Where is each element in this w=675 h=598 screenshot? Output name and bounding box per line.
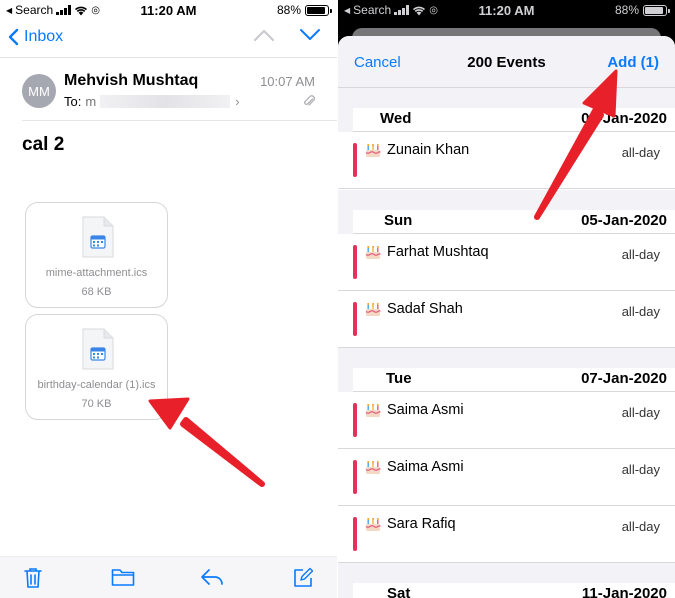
calendar-color-strip bbox=[353, 403, 357, 437]
event-name: Zunain Khan bbox=[387, 142, 470, 158]
date-header-day: Sat bbox=[387, 585, 411, 598]
date-header-day: Sun bbox=[384, 212, 413, 229]
message-nav-arrows bbox=[253, 28, 321, 42]
battery-icon bbox=[643, 4, 670, 16]
status-right: 88% bbox=[614, 3, 670, 17]
event-row[interactable]: Saima Asmi all-day bbox=[338, 449, 675, 506]
birthday-cake-icon bbox=[365, 303, 381, 316]
attachment-name: mime-attachment.ics bbox=[45, 267, 148, 279]
avatar: MM bbox=[22, 74, 56, 108]
calendar-file-icon bbox=[82, 328, 114, 370]
event-row[interactable]: Saima Asmi all-day bbox=[338, 392, 675, 449]
event-time: all-day bbox=[621, 145, 660, 160]
status-bar: ◀ Search ◎ 11:20 AM 88% bbox=[338, 0, 675, 22]
battery-percent: 88% bbox=[614, 3, 639, 17]
mail-screen: ◀ Search ◎ 11:20 AM 88% Inbox MM Mehvish… bbox=[0, 0, 337, 598]
calendar-import-screen: ◀ Search ◎ 11:20 AM 88% Cancel 200 Event… bbox=[338, 0, 675, 598]
date-header-date: 11-Jan-2020 bbox=[581, 585, 667, 598]
date-header-bar: Sun 05-Jan-2020 bbox=[353, 210, 675, 234]
event-name: Farhat Mushtaq bbox=[387, 244, 489, 260]
recipient-visible: m bbox=[85, 94, 97, 109]
date-header-date: 07-Jan-2020 bbox=[581, 370, 667, 387]
mail-nav-bar: Inbox bbox=[0, 24, 337, 58]
folder-icon[interactable] bbox=[111, 567, 135, 587]
calendar-color-strip bbox=[353, 302, 357, 336]
chevron-right-icon: › bbox=[235, 94, 240, 109]
back-label: Inbox bbox=[24, 28, 64, 45]
event-time: all-day bbox=[621, 304, 660, 319]
event-time: all-day bbox=[621, 247, 660, 262]
event-name: Saima Asmi bbox=[387, 402, 464, 418]
back-to-inbox-button[interactable]: Inbox bbox=[8, 28, 63, 46]
mail-toolbar bbox=[0, 556, 337, 598]
recipient-line[interactable]: To: m › bbox=[64, 94, 240, 109]
redacted-recipient bbox=[100, 95, 231, 108]
calendar-color-strip bbox=[353, 143, 357, 177]
calendar-color-strip bbox=[353, 245, 357, 279]
message-time: 10:07 AM bbox=[260, 74, 315, 89]
date-header: Wed 01-Jan-2020 bbox=[338, 88, 675, 132]
compose-icon[interactable] bbox=[292, 567, 314, 589]
calendar-color-strip bbox=[353, 460, 357, 494]
date-header-bar: Sat 11-Jan-2020 bbox=[353, 583, 675, 598]
date-header: Sun 05-Jan-2020 bbox=[338, 190, 675, 234]
attachment-size: 68 KB bbox=[81, 286, 112, 298]
calendar-color-strip bbox=[353, 517, 357, 551]
battery-icon bbox=[305, 4, 332, 16]
birthday-cake-icon bbox=[365, 144, 381, 157]
date-header-date: 01-Jan-2020 bbox=[581, 110, 667, 127]
date-header: Tue 07-Jan-2020 bbox=[338, 348, 675, 392]
event-time: all-day bbox=[621, 405, 660, 420]
battery-percent: 88% bbox=[276, 3, 301, 17]
status-right: 88% bbox=[276, 3, 332, 17]
event-time: all-day bbox=[621, 519, 660, 534]
attachment-size: 70 KB bbox=[81, 398, 112, 410]
event-row[interactable]: Farhat Mushtaq all-day bbox=[338, 234, 675, 291]
birthday-cake-icon bbox=[365, 246, 381, 259]
event-name: Sadaf Shah bbox=[387, 301, 463, 317]
birthday-cake-icon bbox=[365, 518, 381, 531]
paperclip-icon bbox=[304, 95, 315, 106]
event-time: all-day bbox=[621, 462, 660, 477]
birthday-cake-icon bbox=[365, 461, 381, 474]
to-label: To: bbox=[64, 94, 82, 109]
trash-icon[interactable] bbox=[24, 567, 42, 589]
date-header-date: 05-Jan-2020 bbox=[581, 212, 667, 229]
calendar-file-icon bbox=[82, 216, 114, 258]
event-row[interactable]: Sara Rafiq all-day bbox=[338, 506, 675, 563]
status-bar: ◀ Search ◎ 11:20 AM 88% bbox=[0, 0, 337, 22]
event-name: Sara Rafiq bbox=[387, 516, 456, 532]
attachment-card[interactable]: birthday-calendar (1).ics 70 KB bbox=[25, 314, 168, 420]
add-button[interactable]: Add (1) bbox=[607, 54, 659, 71]
header-divider bbox=[22, 120, 337, 121]
event-row[interactable]: Sadaf Shah all-day bbox=[338, 291, 675, 348]
birthday-cake-icon bbox=[365, 404, 381, 417]
date-header-day: Wed bbox=[380, 110, 412, 127]
date-header-bar: Wed 01-Jan-2020 bbox=[353, 108, 675, 132]
attachment-card[interactable]: mime-attachment.ics 68 KB bbox=[25, 202, 168, 308]
chevron-left-icon bbox=[8, 28, 19, 46]
message-header: MM Mehvish Mushtaq To: m › 10:07 AM bbox=[0, 66, 337, 118]
sender-name[interactable]: Mehvish Mushtaq bbox=[64, 72, 198, 90]
sheet-header: Cancel 200 Events Add (1) bbox=[338, 36, 675, 88]
message-subject: cal 2 bbox=[22, 134, 65, 155]
date-header-bar: Tue 07-Jan-2020 bbox=[353, 368, 675, 392]
chevron-down-icon[interactable] bbox=[299, 28, 321, 42]
date-header: Sat 11-Jan-2020 bbox=[338, 563, 675, 598]
attachment-name: birthday-calendar (1).ics bbox=[37, 379, 156, 391]
reply-icon[interactable] bbox=[200, 567, 224, 587]
chevron-up-icon[interactable] bbox=[253, 28, 275, 42]
event-row[interactable]: Zunain Khan all-day bbox=[338, 132, 675, 189]
events-sheet: Cancel 200 Events Add (1) Wed 01-Jan-202… bbox=[338, 36, 675, 598]
date-header-day: Tue bbox=[386, 370, 412, 387]
event-name: Saima Asmi bbox=[387, 459, 464, 475]
